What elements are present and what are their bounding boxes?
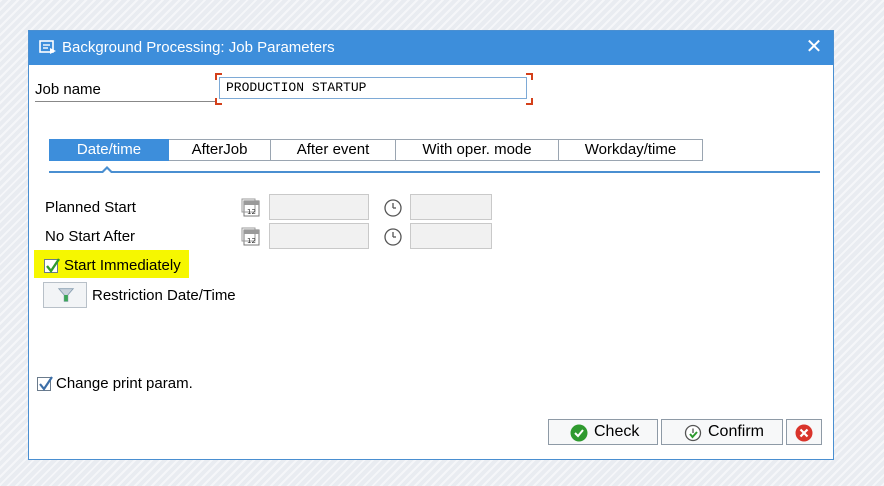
close-icon: ✕: [805, 36, 823, 58]
required-marker: [215, 98, 222, 105]
tab-date-time[interactable]: Date/time: [49, 139, 169, 161]
cancel-icon: [795, 424, 813, 442]
tab-underline: [49, 171, 820, 173]
no-start-after-label: No Start After: [45, 228, 136, 245]
job-parameters-dialog: Background Processing: Job Parameters ✕ …: [28, 30, 834, 460]
job-name-input[interactable]: PRODUCTION STARTUP: [219, 77, 527, 99]
calendar-icon[interactable]: 12: [241, 227, 261, 247]
required-marker: [526, 98, 533, 105]
start-immediately-label[interactable]: Start Immediately: [64, 257, 181, 274]
confirm-button-label: Confirm: [708, 423, 765, 440]
svg-text:12: 12: [247, 208, 256, 216]
restriction-label: Restriction Date/Time: [92, 287, 236, 304]
check-button[interactable]: Check: [548, 419, 658, 445]
confirm-icon: [684, 424, 702, 442]
title-bar: Background Processing: Job Parameters ✕: [29, 31, 833, 65]
tab-with-oper-mode[interactable]: With oper. mode: [396, 139, 559, 161]
svg-text:12: 12: [247, 237, 256, 245]
clock-icon[interactable]: [383, 198, 403, 218]
required-marker: [526, 73, 533, 80]
no-start-after-date-field[interactable]: [269, 223, 369, 249]
start-immediately-checkbox[interactable]: [44, 258, 60, 274]
clock-icon[interactable]: [383, 227, 403, 247]
filter-icon: [57, 288, 75, 302]
change-print-param-checkbox[interactable]: [37, 376, 53, 391]
job-dialog-icon: [39, 40, 56, 54]
planned-start-label: Planned Start: [45, 199, 136, 216]
cancel-button[interactable]: [786, 419, 822, 445]
change-print-param-label[interactable]: Change print param.: [56, 375, 193, 392]
required-marker: [215, 73, 222, 80]
check-icon: [570, 424, 588, 442]
checkmark-icon: [46, 258, 60, 274]
confirm-button[interactable]: Confirm: [661, 419, 783, 445]
close-button[interactable]: ✕: [803, 36, 825, 58]
check-button-label: Check: [594, 423, 640, 440]
tab-workday-time[interactable]: Workday/time: [559, 139, 703, 161]
job-name-label: Job name: [35, 79, 215, 102]
checkmark-icon: [39, 376, 53, 391]
calendar-icon[interactable]: 12: [241, 198, 261, 218]
tab-after-event[interactable]: After event: [271, 139, 396, 161]
tab-after-job[interactable]: AfterJob: [169, 139, 271, 161]
planned-start-time-field[interactable]: [410, 194, 492, 220]
active-tab-indicator-inner: [103, 169, 111, 173]
dialog-title: Background Processing: Job Parameters: [62, 39, 335, 56]
planned-start-date-field[interactable]: [269, 194, 369, 220]
no-start-after-time-field[interactable]: [410, 223, 492, 249]
restriction-button[interactable]: [43, 282, 87, 308]
